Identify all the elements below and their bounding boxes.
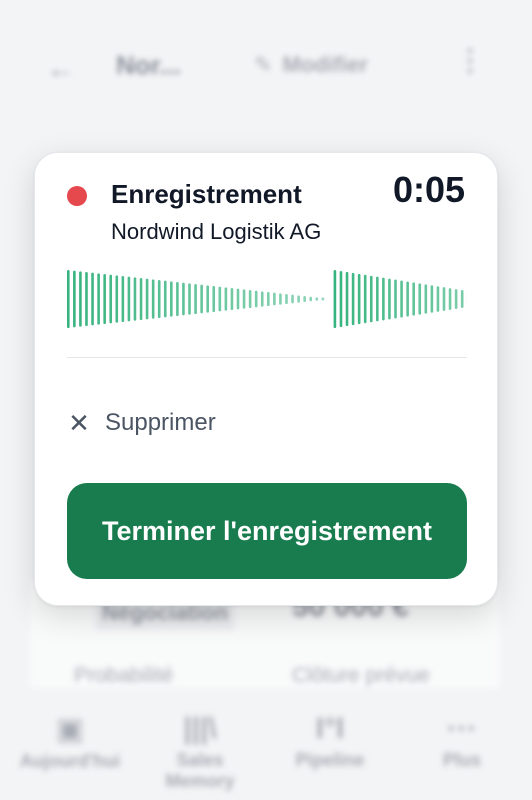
waveform-bar [139,278,143,320]
waveform-bar [133,277,137,321]
waveform-bar [176,282,179,316]
waveform-bar [321,297,325,301]
waveform-bar [345,271,349,327]
waveform-bar [212,286,216,312]
waveform-bar [200,284,203,314]
waveform-bar [97,273,100,325]
waveform-bar [67,270,70,328]
recording-timer: 0:05 [392,169,465,210]
recording-card: Enregistrement 0:05 Nordwind Logistik AG… [34,152,498,606]
waveform-bar [163,280,167,318]
waveform-bar [85,272,88,326]
app-header: ← Nor... ✎ Modifier · · · [0,0,532,130]
recording-indicator-icon [67,186,87,206]
waveform-bar [339,270,343,328]
waveform-bar [109,274,113,324]
header-title: Nor... [116,50,182,80]
waveform-bar [79,271,82,327]
waveform-bar [273,292,276,306]
waveform-bar [376,276,379,322]
delete-recording-button[interactable]: ✕ Supprimer [67,409,216,437]
nav-item-pipeline[interactable]: I°I Pipeline [280,712,380,771]
waveform-bar [430,285,434,313]
nav-label: Sales Memory [165,750,235,791]
waveform-bar [454,289,458,309]
waveform-bar [406,281,409,317]
waveform-bar [448,288,452,310]
edit-button[interactable]: ✎ Modifier [254,52,368,78]
waveform-bar [418,283,422,315]
nav-item-more[interactable]: ··· Plus [420,712,504,771]
nav-label: Aujourd'hui [19,751,121,771]
waveform-bar [394,279,397,319]
recording-title: Enregistrement [111,179,302,209]
waveform-bar [424,284,428,314]
delete-label: Supprimer [105,409,216,436]
finish-recording-button[interactable]: Terminer l'enregistrement [67,483,467,579]
divider [67,357,467,358]
waveform-bar [267,292,270,306]
waveform-bar [242,289,246,309]
waveform-bar [291,294,294,304]
waveform-bar [333,270,337,328]
waveform-bar [388,278,391,320]
waveform-bar [194,284,197,314]
waveform-bar [279,293,282,305]
calendar-check-icon: ▣ [55,713,85,746]
waveform-bar [363,274,367,324]
nav-item-today[interactable]: ▣ Aujourd'hui [10,712,130,772]
waveform-bar [73,270,76,328]
pencil-icon: ✎ [254,52,273,77]
waveform-bar [382,277,385,321]
waveform-bar [157,280,161,318]
waveform-bar [309,296,313,302]
library-icon: |||\ [183,712,217,745]
company-name: Nordwind Logistik AG [111,219,322,244]
close-icon: ✕ [68,408,90,438]
waveform-bar [170,281,173,317]
waveform-bar [254,290,258,308]
waveform-bar [188,283,191,315]
waveform-bar [103,274,106,324]
more-vertical-icon[interactable]: · · · [466,37,475,85]
nav-label: Pipeline [295,750,365,770]
waveform-bar [115,275,119,323]
edit-label: Modifier [282,52,368,77]
probability-label: Probabilité [74,664,174,687]
waveform-bar [121,276,125,322]
waveform-bar [230,288,234,310]
waveform-bar [297,295,300,303]
waveform-bar [182,282,185,316]
waveform-bar [285,294,288,304]
waveform-bar [145,278,149,320]
waveform-bar [460,290,464,308]
waveform-bar [151,279,155,319]
waveform-bar [315,297,319,301]
waveform-bar [206,285,209,313]
pipeline-icon: I°I [315,712,345,745]
waveform-bar [224,287,228,311]
waveform-bar [351,272,355,326]
nav-item-sales-memory[interactable]: |||\ Sales Memory [150,712,250,792]
close-date-label: Clôture prévue [292,664,430,687]
waveform-bar [400,280,403,318]
waveform-bar [436,286,440,312]
waveform-bar [236,288,240,310]
audio-waveform [67,270,467,328]
waveform-bar [412,282,415,316]
waveform-bar [369,275,373,323]
ellipsis-icon: ··· [447,712,477,745]
arrow-left-icon[interactable]: ← [46,52,76,86]
waveform-bar [357,273,361,325]
waveform-bar [91,272,94,326]
waveform-bar [442,287,446,311]
waveform-bar [303,296,306,302]
nav-label: Plus [442,750,481,770]
waveform-bar [218,286,222,312]
waveform-bar [248,290,252,308]
waveform-bar [127,276,131,322]
waveform-bar [260,291,264,307]
